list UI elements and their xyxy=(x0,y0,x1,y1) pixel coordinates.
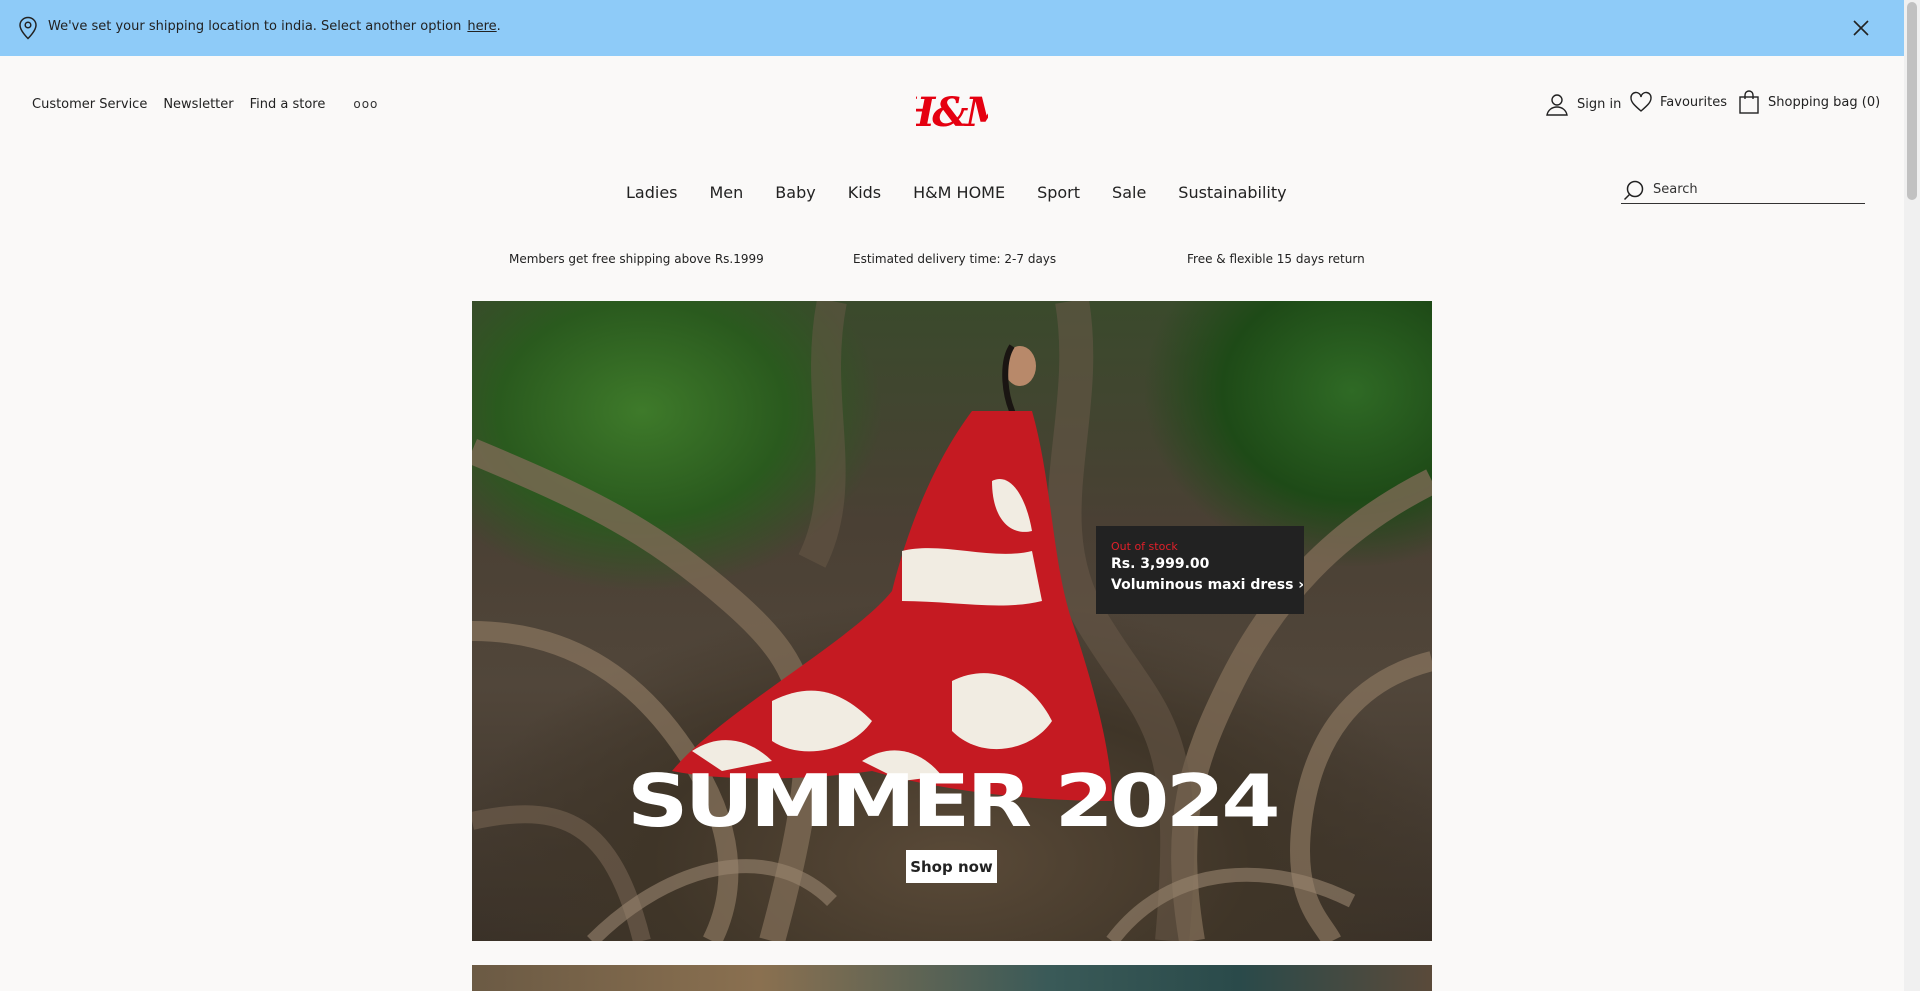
search-icon[interactable] xyxy=(1623,179,1645,201)
hero-headline: SUMMER 2024 xyxy=(627,759,1280,843)
hero-banner[interactable]: Out of stock Rs. 3,999.00 Voluminous max… xyxy=(472,301,1432,941)
product-name-link[interactable]: Voluminous maxi dress › xyxy=(1111,574,1304,596)
notice-text: We've set your shipping location to indi… xyxy=(48,19,462,34)
nav-item-kids[interactable]: Kids xyxy=(848,183,881,202)
nav-item-ladies[interactable]: Ladies xyxy=(626,183,678,202)
nav-item-sport[interactable]: Sport xyxy=(1037,183,1080,202)
search-input[interactable] xyxy=(1653,182,1853,197)
model-dress-figure xyxy=(672,344,1112,801)
nav-item-sustainability[interactable]: Sustainability xyxy=(1178,183,1286,202)
nav-item-baby[interactable]: Baby xyxy=(775,183,815,202)
stock-status: Out of stock xyxy=(1111,540,1178,553)
find-store-link[interactable]: Find a store xyxy=(250,97,326,112)
shopping-bag-link[interactable]: Shopping bag (0) xyxy=(1738,90,1880,114)
svg-text:H&M: H&M xyxy=(916,89,988,136)
shipping-notice-bar: We've set your shipping location to indi… xyxy=(0,0,1904,56)
notice-message: We've set your shipping location to indi… xyxy=(48,19,501,34)
bag-icon xyxy=(1739,90,1759,114)
next-banner-image[interactable] xyxy=(472,965,1432,991)
utility-links: Customer Service Newsletter Find a store… xyxy=(32,97,394,112)
page-scrollbar[interactable] xyxy=(1904,0,1920,991)
user-icon xyxy=(1546,94,1568,116)
customer-service-link[interactable]: Customer Service xyxy=(32,97,147,112)
shopping-bag-label: Shopping bag (0) xyxy=(1768,94,1881,110)
heart-icon xyxy=(1630,91,1652,112)
more-menu-button[interactable]: ooo xyxy=(353,97,378,112)
search-bar xyxy=(1621,176,1865,204)
hm-logo[interactable]: H&M xyxy=(916,88,988,138)
location-pin-icon xyxy=(19,16,37,40)
sign-in-link[interactable]: Sign in xyxy=(1545,92,1621,116)
main-nav: Ladies Men Baby Kids H&M HOME Sport Sale… xyxy=(626,183,1319,202)
newsletter-link[interactable]: Newsletter xyxy=(163,97,233,112)
usp-delivery-time: Estimated delivery time: 2-7 days xyxy=(853,252,1057,266)
shop-now-button[interactable]: Shop now xyxy=(906,850,997,883)
favourites-link[interactable]: Favourites xyxy=(1629,90,1727,114)
nav-item-men[interactable]: Men xyxy=(710,183,744,202)
nav-item-sale[interactable]: Sale xyxy=(1112,183,1146,202)
usp-returns: Free & flexible 15 days return xyxy=(1187,252,1365,266)
scrollbar-thumb[interactable] xyxy=(1907,2,1917,200)
notice-suffix: . xyxy=(496,19,501,34)
product-price: Rs. 3,999.00 xyxy=(1111,556,1210,572)
product-tag[interactable]: Out of stock Rs. 3,999.00 Voluminous max… xyxy=(1096,526,1304,614)
usp-free-shipping: Members get free shipping above Rs.1999 xyxy=(509,252,764,266)
notice-link-here[interactable]: here xyxy=(467,19,496,34)
favourites-label: Favourites xyxy=(1660,94,1727,110)
nav-item-hm-home[interactable]: H&M HOME xyxy=(913,183,1005,202)
close-icon[interactable] xyxy=(1852,19,1870,37)
sign-in-label: Sign in xyxy=(1577,96,1622,112)
